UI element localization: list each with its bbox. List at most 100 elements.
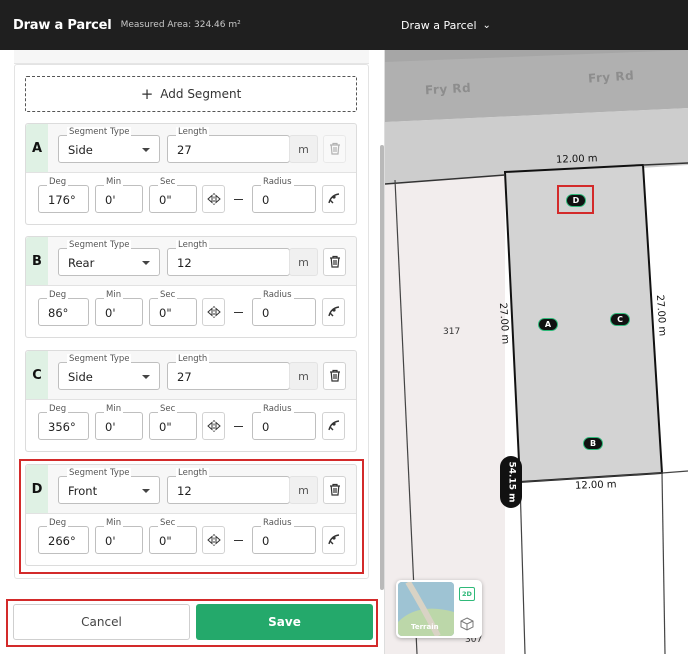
sec-value: 0" bbox=[159, 306, 172, 320]
radius-value: 0 bbox=[262, 193, 270, 207]
segment-letter: C bbox=[26, 351, 48, 399]
deg-value: 86° bbox=[48, 306, 69, 320]
deg-label: Deg bbox=[47, 404, 69, 415]
segment-type-select[interactable]: Segment Type Side bbox=[58, 354, 160, 390]
arc-tool-button[interactable] bbox=[322, 412, 345, 440]
segment-marker-c[interactable]: C bbox=[610, 313, 630, 326]
bearing-row: Deg 86° Min 0' Sec 0" Radius 0 bbox=[26, 285, 356, 337]
cancel-button[interactable]: Cancel bbox=[13, 604, 190, 640]
min-label: Min bbox=[104, 177, 124, 188]
length-input[interactable]: Length 12 bbox=[167, 240, 290, 276]
road-label: Fry Rd bbox=[424, 80, 472, 98]
add-segment-button[interactable]: + Add Segment bbox=[25, 76, 357, 112]
mirror-bearing-button[interactable] bbox=[202, 412, 225, 440]
bearing-row: Deg 176° Min 0' Sec 0" Radius 0 bbox=[26, 172, 356, 224]
sec-value: 0" bbox=[159, 420, 172, 434]
terrain-toggle[interactable]: Terrain bbox=[398, 582, 454, 636]
length-input[interactable]: Length 27 bbox=[167, 354, 290, 390]
delete-segment-button[interactable] bbox=[323, 362, 346, 390]
radius-input[interactable]: Radius 0 bbox=[252, 404, 316, 440]
trash-icon bbox=[329, 367, 341, 386]
map-header[interactable]: Draw a Parcel ⌄ bbox=[385, 0, 688, 50]
radius-input[interactable]: Radius 0 bbox=[252, 290, 316, 326]
deg-input[interactable]: Deg 176° bbox=[38, 177, 89, 213]
length-label: Length bbox=[176, 354, 210, 365]
segments-scrollbar[interactable] bbox=[380, 145, 384, 590]
sec-input[interactable]: Sec 0" bbox=[149, 290, 197, 326]
sec-label: Sec bbox=[158, 177, 178, 188]
dimension-bottom: 12.00 m bbox=[574, 479, 617, 492]
min-value: 0' bbox=[105, 193, 116, 207]
panel-tab-strip bbox=[14, 50, 369, 64]
add-segment-label: Add Segment bbox=[160, 87, 242, 101]
deg-label: Deg bbox=[47, 290, 69, 301]
radius-input[interactable]: Radius 0 bbox=[252, 177, 316, 213]
trash-icon bbox=[329, 253, 341, 272]
terrain-label: Terrain bbox=[411, 623, 439, 631]
segment-card-a: A Segment Type Side Length 27 m Deg 176° Min 0' Se… bbox=[25, 123, 357, 225]
delete-segment-button[interactable] bbox=[323, 248, 346, 276]
mirror-bearing-button[interactable] bbox=[202, 298, 225, 326]
radius-label: Radius bbox=[261, 404, 294, 415]
panel-title: Draw a Parcel bbox=[13, 17, 112, 33]
deg-label: Deg bbox=[47, 177, 69, 188]
caret-down-icon bbox=[142, 375, 150, 379]
segment-marker-b[interactable]: B bbox=[583, 437, 603, 450]
map-style-widget: Terrain 2D bbox=[396, 580, 482, 638]
range-dash bbox=[234, 312, 243, 313]
deg-value: 176° bbox=[48, 193, 76, 207]
mirror-icon bbox=[206, 303, 221, 322]
radius-value: 0 bbox=[262, 420, 270, 434]
radius-label: Radius bbox=[261, 290, 294, 301]
min-value: 0' bbox=[105, 306, 116, 320]
min-label: Min bbox=[104, 404, 124, 415]
arc-tool-button[interactable] bbox=[322, 298, 345, 326]
map-view[interactable]: Draw a Parcel ⌄ bbox=[385, 0, 688, 654]
mode-3d-button[interactable] bbox=[459, 616, 475, 632]
mirror-bearing-button[interactable] bbox=[202, 185, 225, 213]
plus-icon: + bbox=[140, 85, 154, 103]
arc-icon bbox=[327, 417, 341, 436]
deg-input[interactable]: Deg 86° bbox=[38, 290, 89, 326]
parcel-editor-panel: Draw a Parcel Measured Area: 324.46 m² +… bbox=[0, 0, 385, 654]
arc-icon bbox=[327, 190, 341, 209]
mirror-icon bbox=[206, 417, 221, 436]
sec-label: Sec bbox=[158, 404, 178, 415]
arc-tool-button[interactable] bbox=[322, 185, 345, 213]
segment-type-value: Side bbox=[68, 370, 93, 384]
radius-label: Radius bbox=[261, 177, 294, 188]
length-label: Length bbox=[176, 127, 210, 138]
length-input[interactable]: Length 27 bbox=[167, 127, 290, 163]
segment-letter: A bbox=[26, 124, 48, 172]
sec-input[interactable]: Sec 0" bbox=[149, 404, 197, 440]
segment-type-label: Segment Type bbox=[67, 354, 132, 365]
segment-type-select[interactable]: Segment Type Rear bbox=[58, 240, 160, 276]
frontage-length-pill: 54.15 m bbox=[500, 456, 522, 508]
segment-type-label: Segment Type bbox=[67, 240, 132, 251]
deg-input[interactable]: Deg 356° bbox=[38, 404, 89, 440]
save-button[interactable]: Save bbox=[196, 604, 373, 640]
min-input[interactable]: Min 0' bbox=[95, 290, 143, 326]
caret-down-icon bbox=[142, 261, 150, 265]
segment-letter: B bbox=[26, 237, 48, 285]
sec-input[interactable]: Sec 0" bbox=[149, 177, 197, 213]
segment-type-label: Segment Type bbox=[67, 127, 132, 138]
sec-label: Sec bbox=[158, 290, 178, 301]
mode-2d-button[interactable]: 2D bbox=[459, 587, 475, 601]
segment-type-select[interactable]: Segment Type Side bbox=[58, 127, 160, 163]
cube-icon bbox=[460, 617, 474, 631]
segment-marker-a[interactable]: A bbox=[538, 318, 558, 331]
lot-number: 317 bbox=[443, 327, 461, 337]
caret-down-icon bbox=[142, 148, 150, 152]
delete-segment-button[interactable] bbox=[323, 135, 346, 163]
min-label: Min bbox=[104, 290, 124, 301]
min-input[interactable]: Min 0' bbox=[95, 177, 143, 213]
length-value: 27 bbox=[177, 143, 192, 157]
marker-d-highlight bbox=[557, 185, 594, 214]
length-unit: m bbox=[289, 135, 318, 163]
min-input[interactable]: Min 0' bbox=[95, 404, 143, 440]
segment-type-value: Side bbox=[68, 143, 93, 157]
chevron-down-icon: ⌄ bbox=[482, 19, 491, 31]
panel-header: Draw a Parcel Measured Area: 324.46 m² bbox=[0, 0, 385, 50]
arc-icon bbox=[327, 303, 341, 322]
